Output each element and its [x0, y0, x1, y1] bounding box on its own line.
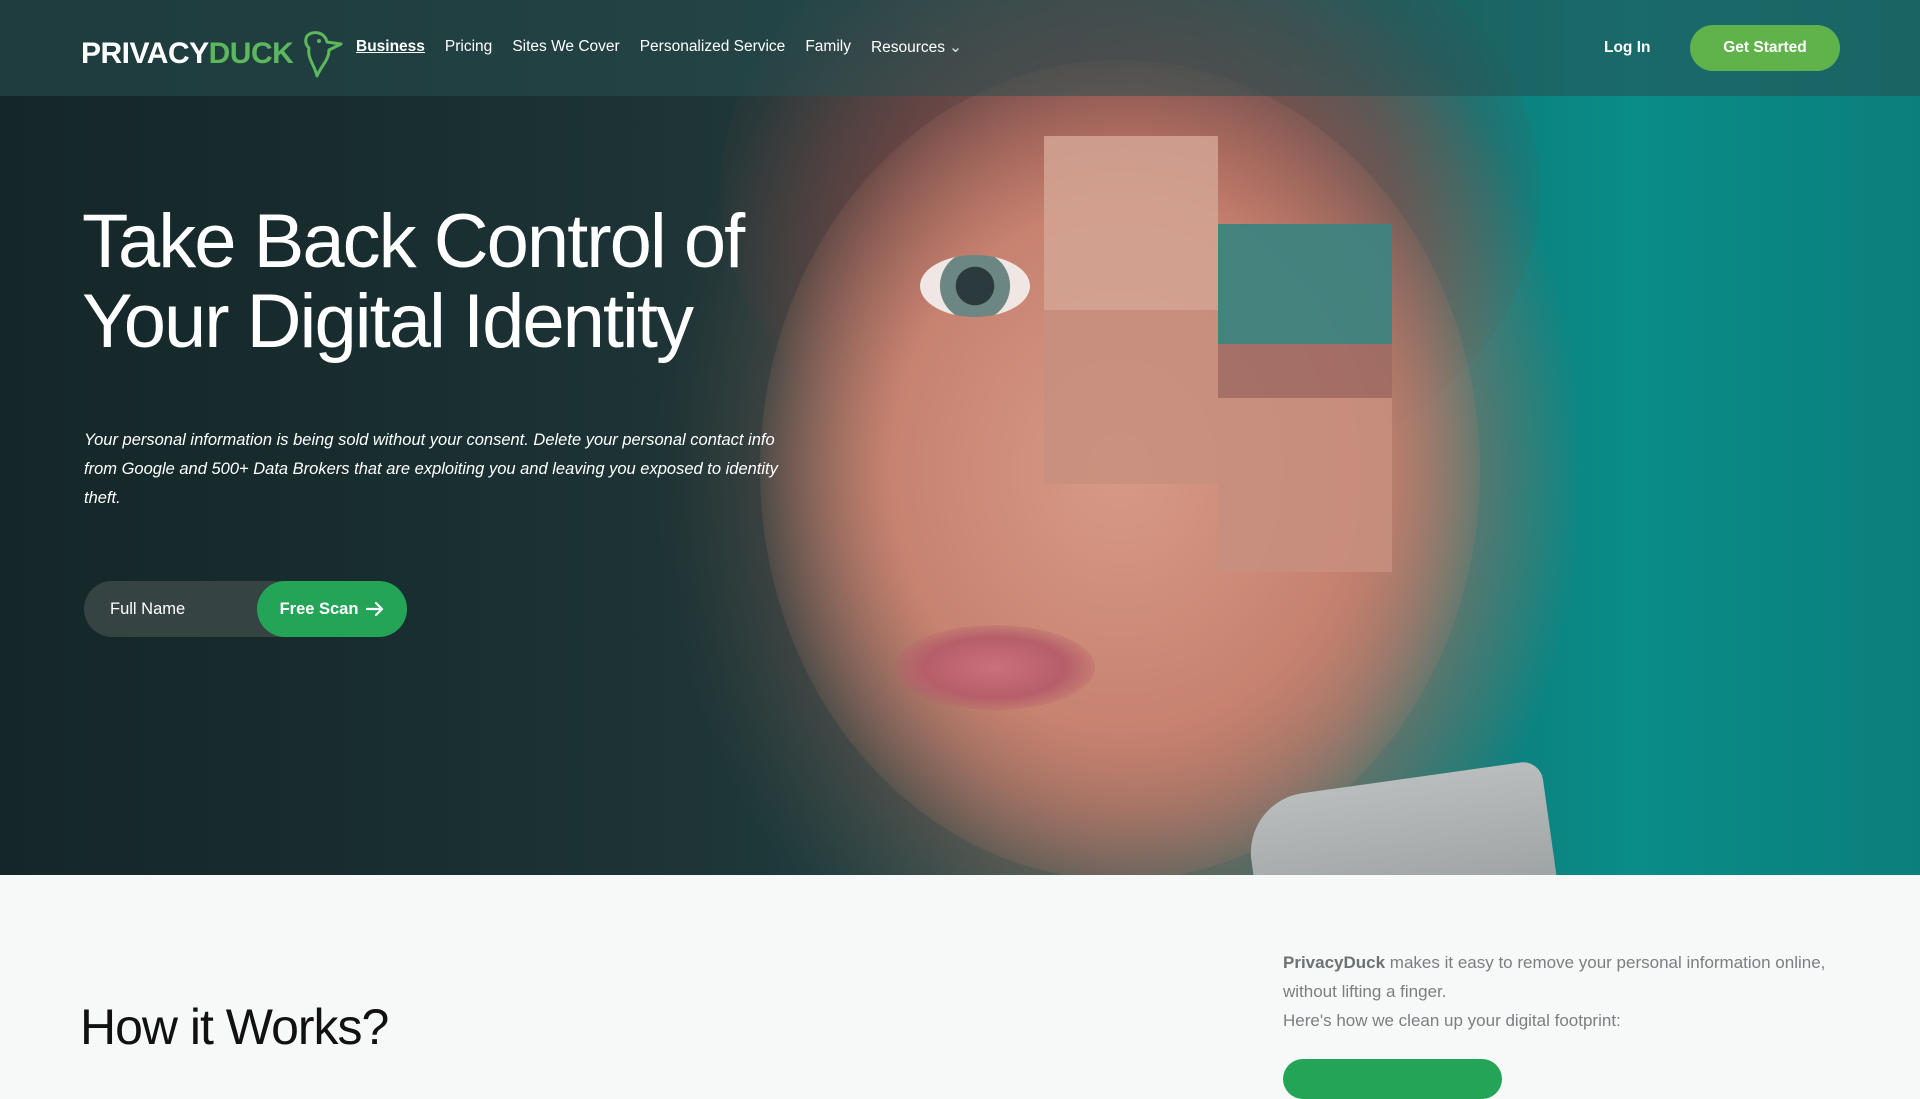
nav-links: Business Pricing Sites We Cover Personal…	[356, 38, 962, 57]
intro-paragraph: PrivacyDuck makes it easy to remove your…	[1283, 948, 1853, 1006]
hero-headline: Take Back Control of Your Digital Identi…	[82, 202, 842, 362]
hero-headline-line2: Your Digital Identity	[82, 279, 694, 364]
privacyduck-logo[interactable]: PRIVACY DUCK	[81, 30, 345, 78]
intro-line2: Here's how we clean up your digital foot…	[1283, 1011, 1621, 1030]
pixelation-block	[1044, 310, 1218, 484]
login-link[interactable]: Log In	[1604, 39, 1651, 57]
logo-text-duck: DUCK	[208, 37, 294, 70]
free-scan-form: Free Scan	[84, 581, 407, 637]
hero-headline-line1: Take Back Control of	[82, 199, 745, 284]
nav-link-personalized-service[interactable]: Personalized Service	[640, 38, 786, 57]
hero-eye-shape	[920, 255, 1030, 317]
hero-subtext: Your personal information is being sold …	[84, 431, 778, 507]
nav-link-resources-label: Resources	[870, 39, 946, 56]
how-it-works-title: How it Works?	[80, 999, 389, 1055]
duck-icon	[304, 31, 343, 78]
hero-lips-shape	[895, 625, 1095, 710]
nav-link-business[interactable]: Business	[356, 38, 425, 57]
how-it-works-intro: PrivacyDuck makes it easy to remove your…	[1283, 948, 1853, 1035]
pixelation-block	[1044, 136, 1218, 310]
hero-section: PRIVACY DUCK Business Pricing Sites We Co…	[0, 0, 1920, 875]
nav-link-sites-we-cover[interactable]: Sites We Cover	[512, 38, 619, 57]
full-name-input[interactable]	[108, 598, 252, 620]
nav-link-resources[interactable]: Resources ⌄	[871, 38, 962, 57]
get-started-button[interactable]: Get Started	[1690, 25, 1840, 71]
top-navigation: PRIVACY DUCK Business Pricing Sites We Co…	[0, 0, 1920, 96]
pixelation-block	[1218, 224, 1392, 344]
nav-link-family[interactable]: Family	[805, 38, 851, 57]
free-scan-label: Free Scan	[279, 599, 359, 618]
chevron-down-icon: ⌄	[949, 39, 963, 56]
logo-text-privacy: PRIVACY	[81, 37, 209, 70]
nav-link-pricing[interactable]: Pricing	[445, 38, 492, 57]
section-cta-button[interactable]	[1283, 1059, 1502, 1099]
free-scan-button[interactable]: Free Scan	[257, 581, 407, 637]
pixelation-block	[1218, 398, 1392, 572]
arrow-right-icon	[366, 601, 384, 617]
intro-brand-name: PrivacyDuck	[1283, 953, 1386, 972]
